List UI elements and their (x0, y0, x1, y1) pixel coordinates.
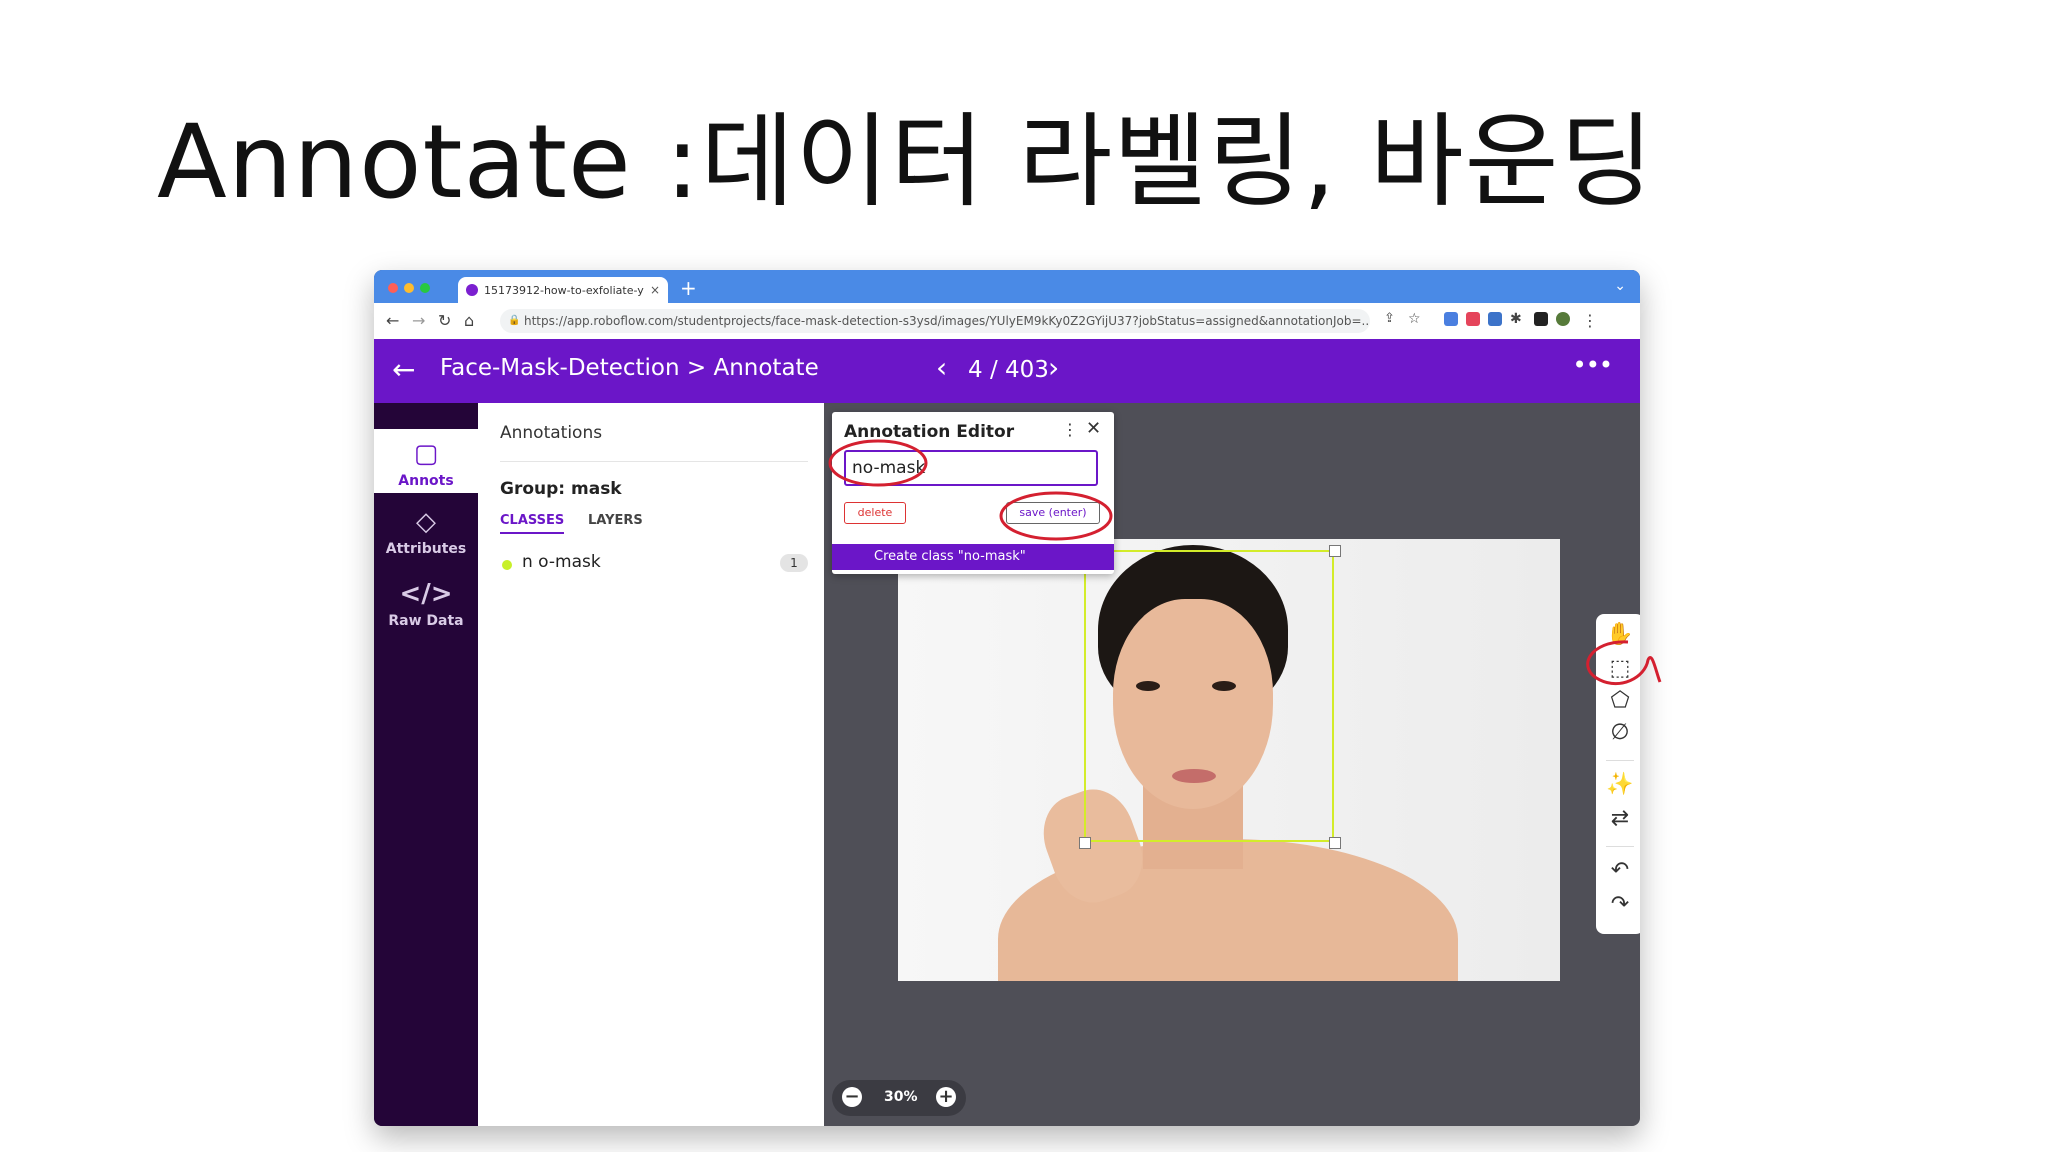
sidebar-icon[interactable] (1534, 312, 1548, 326)
redo-icon[interactable]: ↷ (1596, 892, 1640, 917)
tab-title: 15173912-how-to-exfoliate-yo (484, 283, 644, 297)
repeat-icon[interactable]: ⇄ (1596, 806, 1640, 831)
profile-avatar[interactable] (1556, 312, 1570, 326)
bbox-handle[interactable] (1079, 837, 1091, 849)
previous-image-icon[interactable]: ‹ (936, 351, 947, 384)
class-name[interactable]: n o-mask (522, 552, 601, 572)
url-field[interactable]: 🔒 https://app.roboflow.com/studentprojec… (500, 309, 1370, 333)
back-arrow-icon[interactable]: ← (392, 353, 415, 386)
tool-palette: ✋ ⬚ ⬠ ∅ ✨ ⇄ ↶ ↷ (1596, 614, 1640, 934)
slide-title: Annotate :데이터 라벨링, 바운딩 (157, 103, 1655, 222)
bounding-box[interactable] (1084, 550, 1334, 842)
bbox-handle[interactable] (1329, 837, 1341, 849)
panel-heading: Annotations (500, 423, 603, 443)
minimize-window-icon[interactable] (404, 283, 414, 293)
save-button[interactable]: save (enter) (1006, 502, 1100, 524)
bookmark-star-icon[interactable]: ☆ (1408, 311, 1421, 327)
kebab-menu-icon[interactable]: ⋮ (1582, 311, 1598, 330)
puzzle-icon[interactable]: ✱ (1510, 311, 1522, 327)
left-nav: ▢ Annots ◇ Attributes </> Raw Data (374, 403, 478, 1126)
new-tab-button[interactable]: + (680, 276, 697, 300)
editor-title: Annotation Editor (844, 422, 1015, 442)
zoom-level: 30% (884, 1089, 918, 1105)
address-bar: ← → ↻ ⌂ 🔒 https://app.roboflow.com/stude… (374, 303, 1640, 340)
share-icon[interactable]: ⇪ (1384, 311, 1395, 326)
tab-close-icon[interactable]: × (650, 283, 660, 297)
zoom-out-button[interactable]: − (842, 1087, 862, 1107)
undo-icon[interactable]: ↶ (1596, 858, 1640, 883)
tab-bar: 15173912-how-to-exfoliate-yo × + ⌄ (374, 270, 1640, 303)
bounding-box-icon[interactable]: ⬚ (1596, 656, 1640, 681)
app-header: ← Face-Mask-Detection > Annotate ‹ 4 / 4… (374, 339, 1640, 403)
null-icon[interactable]: ∅ (1596, 720, 1640, 745)
extension-icon[interactable] (1488, 312, 1502, 326)
forward-icon[interactable]: → (412, 311, 425, 330)
home-icon[interactable]: ⌂ (464, 311, 474, 330)
browser-window: 15173912-how-to-exfoliate-yo × + ⌄ ← → ↻… (374, 270, 1640, 1126)
tag-icon: ◇ (416, 507, 436, 537)
back-icon[interactable]: ← (386, 311, 399, 330)
close-window-icon[interactable] (388, 283, 398, 293)
kebab-menu-icon[interactable]: ⋮ (1062, 420, 1078, 439)
hand-icon[interactable]: ✋ (1596, 622, 1640, 647)
page-title: Face-Mask-Detection > Annotate (440, 355, 819, 381)
reload-icon[interactable]: ↻ (438, 311, 451, 330)
class-count-badge: 1 (780, 554, 808, 572)
class-color-dot (502, 560, 512, 570)
zoom-control: − 30% + (832, 1080, 966, 1116)
delete-button[interactable]: delete (844, 502, 906, 524)
lock-icon: 🔒 (508, 315, 521, 326)
translate-extension-icon[interactable] (1444, 312, 1458, 326)
polygon-icon[interactable]: ⬠ (1596, 688, 1640, 713)
create-class-button[interactable]: Create class "no-mask" (832, 544, 1114, 570)
nav-item-label: Raw Data (388, 613, 464, 629)
annotation-editor: Annotation Editor ⋮ ✕ no-mask delete sav… (832, 412, 1114, 574)
chevron-down-icon[interactable]: ⌄ (1614, 278, 1626, 294)
bbox-handle[interactable] (1329, 545, 1341, 557)
nav-item-annots[interactable]: ▢ Annots (374, 429, 478, 493)
maximize-window-icon[interactable] (420, 283, 430, 293)
tab-layers[interactable]: LAYERS (588, 513, 643, 528)
tab-classes[interactable]: CLASSES (500, 513, 565, 534)
nav-item-raw-data[interactable]: </> Raw Data (374, 579, 478, 629)
sticky-note-icon: ▢ (413, 439, 439, 469)
favicon-icon (466, 284, 478, 296)
pocket-extension-icon[interactable] (1466, 312, 1480, 326)
divider (500, 461, 808, 462)
class-name-input[interactable]: no-mask (844, 450, 1098, 486)
magic-wand-icon[interactable]: ✨ (1596, 772, 1640, 797)
zoom-in-button[interactable]: + (936, 1087, 956, 1107)
nav-item-label: Annots (398, 473, 454, 489)
url-text: https://app.roboflow.com/studentprojects… (524, 314, 1370, 328)
nav-item-attributes[interactable]: ◇ Attributes (374, 507, 478, 557)
code-icon: </> (399, 579, 453, 609)
more-menu-icon[interactable]: ••• (1573, 351, 1613, 379)
browser-tab[interactable]: 15173912-how-to-exfoliate-yo × (458, 277, 668, 303)
nav-item-label: Attributes (385, 541, 467, 557)
image-pager: 4 / 403 (968, 357, 1049, 383)
close-icon[interactable]: ✕ (1086, 418, 1101, 439)
annotations-panel: Annotations Group: mask CLASSES LAYERS n… (478, 403, 824, 1126)
group-label: Group: mask (500, 479, 622, 499)
next-image-icon[interactable]: › (1048, 351, 1059, 384)
